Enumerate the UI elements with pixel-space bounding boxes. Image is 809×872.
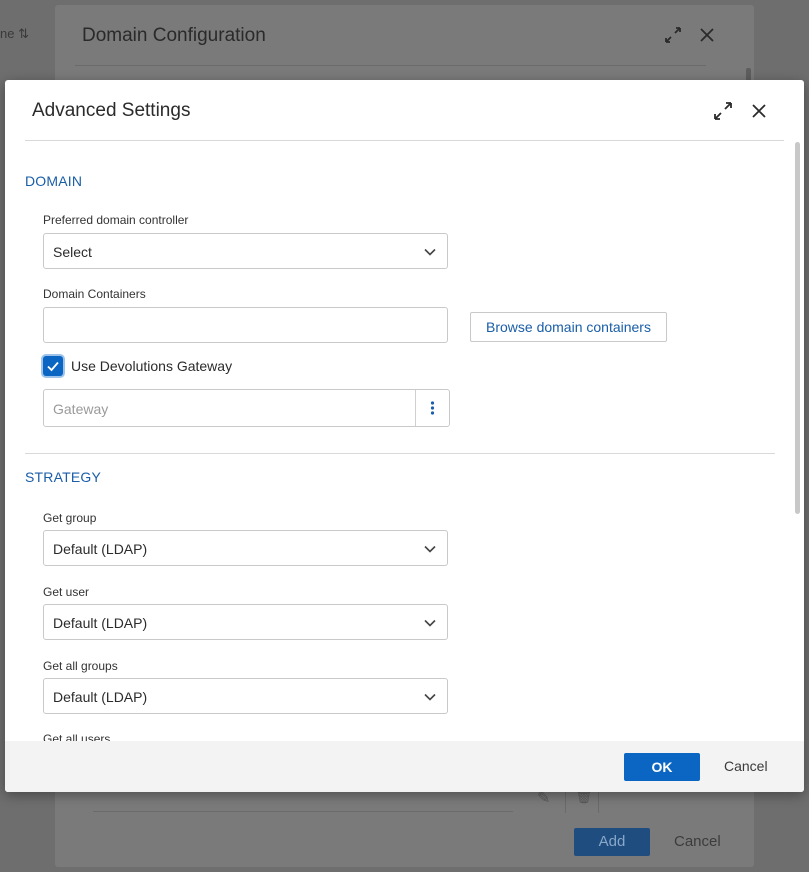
- gateway-more-button[interactable]: [415, 390, 449, 426]
- get-all-groups-select[interactable]: Default (LDAP): [43, 678, 448, 714]
- get-user-label: Get user: [43, 585, 90, 599]
- advanced-settings-dialog: Advanced Settings DOMAIN Preferred domai…: [5, 80, 804, 792]
- get-all-groups-value: Default (LDAP): [53, 689, 148, 705]
- get-all-users-label: Get all users: [43, 732, 111, 741]
- background-hint-text: ne ⇅: [0, 26, 29, 41]
- strategy-section-title: STRATEGY: [25, 469, 102, 485]
- expand-icon[interactable]: [712, 100, 734, 122]
- chevron-down-icon: [424, 619, 436, 627]
- background-add-button: Add: [574, 828, 650, 856]
- dialog-footer: OK Cancel: [5, 741, 804, 792]
- scrollbar[interactable]: [795, 142, 800, 514]
- get-group-label: Get group: [43, 511, 97, 525]
- get-all-groups-label: Get all groups: [43, 659, 118, 673]
- get-group-select[interactable]: Default (LDAP): [43, 530, 448, 566]
- more-vertical-icon: [430, 401, 435, 415]
- expand-icon: [665, 27, 681, 43]
- check-icon: [47, 361, 59, 372]
- preferred-dc-select[interactable]: Select: [43, 233, 448, 269]
- get-user-select[interactable]: Default (LDAP): [43, 604, 448, 640]
- close-icon: [700, 28, 714, 42]
- section-divider: [25, 453, 775, 454]
- gateway-placeholder: Gateway: [53, 401, 109, 417]
- header-divider: [25, 140, 784, 141]
- background-dialog-title: Domain Configuration: [82, 25, 266, 46]
- chevron-down-icon: [424, 248, 436, 256]
- use-gateway-label[interactable]: Use Devolutions Gateway: [71, 358, 232, 374]
- background-divider: [75, 65, 706, 66]
- chevron-down-icon: [424, 693, 436, 701]
- background-cancel-button: Cancel: [674, 833, 721, 850]
- use-gateway-checkbox[interactable]: [43, 356, 63, 376]
- dialog-title: Advanced Settings: [32, 100, 191, 121]
- preferred-dc-label: Preferred domain controller: [43, 213, 189, 227]
- domain-section-title: DOMAIN: [25, 173, 83, 189]
- browse-domain-containers-button[interactable]: Browse domain containers: [470, 312, 667, 342]
- chevron-down-icon: [424, 545, 436, 553]
- background-divider: [93, 811, 513, 812]
- domain-containers-input[interactable]: [43, 307, 448, 343]
- get-group-value: Default (LDAP): [53, 541, 148, 557]
- gateway-input[interactable]: Gateway: [43, 389, 450, 427]
- get-user-value: Default (LDAP): [53, 615, 148, 631]
- preferred-dc-value: Select: [53, 244, 92, 260]
- ok-button[interactable]: OK: [624, 753, 700, 781]
- cancel-button[interactable]: Cancel: [724, 758, 768, 774]
- close-icon[interactable]: [748, 100, 770, 122]
- domain-containers-label: Domain Containers: [43, 287, 146, 301]
